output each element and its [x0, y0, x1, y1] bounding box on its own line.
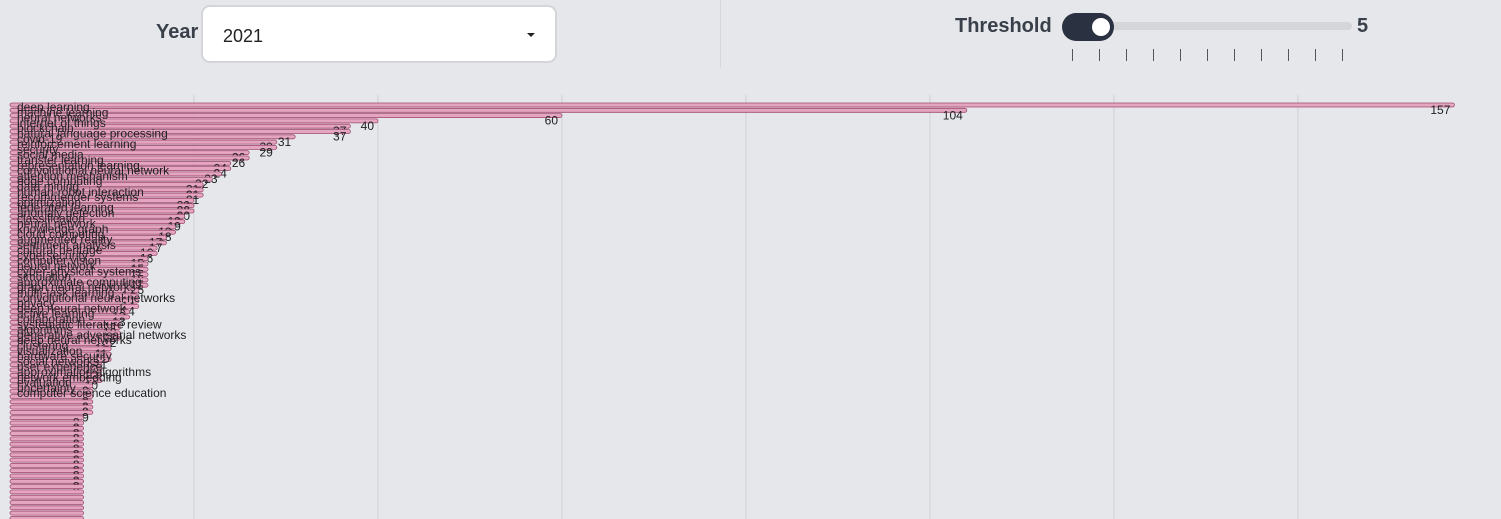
bar: [9, 500, 84, 505]
bar-value-label: 60: [545, 114, 559, 128]
slider-tick: [1342, 49, 1343, 61]
bar: [9, 510, 84, 516]
bar-value-label: 29: [259, 145, 273, 159]
category-label: computer science education: [17, 386, 166, 400]
bar: [9, 484, 84, 490]
bar-value-label: 40: [361, 119, 375, 133]
slider-tick: [1234, 49, 1235, 61]
year-label: Year: [156, 21, 199, 43]
slider-tick: [1207, 49, 1208, 61]
bar-value-label: 37: [333, 130, 347, 144]
slider-tick: [1315, 49, 1316, 61]
bar: [9, 489, 84, 495]
threshold-label: Threshold: [955, 15, 1052, 37]
bar: [9, 409, 94, 415]
bar: [9, 107, 968, 113]
bar: [9, 494, 84, 500]
slider-tick: [1288, 49, 1289, 61]
chevron-down-icon: [527, 33, 535, 37]
bar: [9, 399, 94, 405]
year-select[interactable]: 2021: [201, 5, 557, 63]
slider-tick: [1126, 49, 1127, 61]
threshold-value: 5: [1357, 15, 1369, 37]
divider: [720, 0, 721, 68]
bar: [9, 404, 94, 410]
keyword-bar-chart: 1571046040373731292926262424232221212120…: [9, 95, 1455, 519]
slider-tick: [1261, 49, 1262, 61]
threshold-slider-track[interactable]: [1110, 22, 1352, 30]
controls-bar: Year 2021 Threshold 5: [0, 0, 1501, 70]
slider-tick: [1072, 49, 1073, 61]
year-select-value: 2021: [223, 26, 264, 46]
slider-tick: [1099, 49, 1100, 61]
bar-value-label: 31: [278, 135, 292, 149]
slider-tick: [1153, 49, 1154, 61]
bar: [9, 505, 84, 511]
slider-knob[interactable]: [1090, 16, 1112, 38]
bar-value-label: 26: [232, 156, 246, 170]
slider-tick: [1180, 49, 1181, 61]
threshold-slider-handle[interactable]: [1062, 13, 1114, 41]
bar-value-label: 157: [1430, 103, 1450, 117]
bar-value-label: 104: [943, 108, 963, 122]
bar: [9, 102, 1455, 108]
slider-ticks: [1070, 49, 1350, 63]
